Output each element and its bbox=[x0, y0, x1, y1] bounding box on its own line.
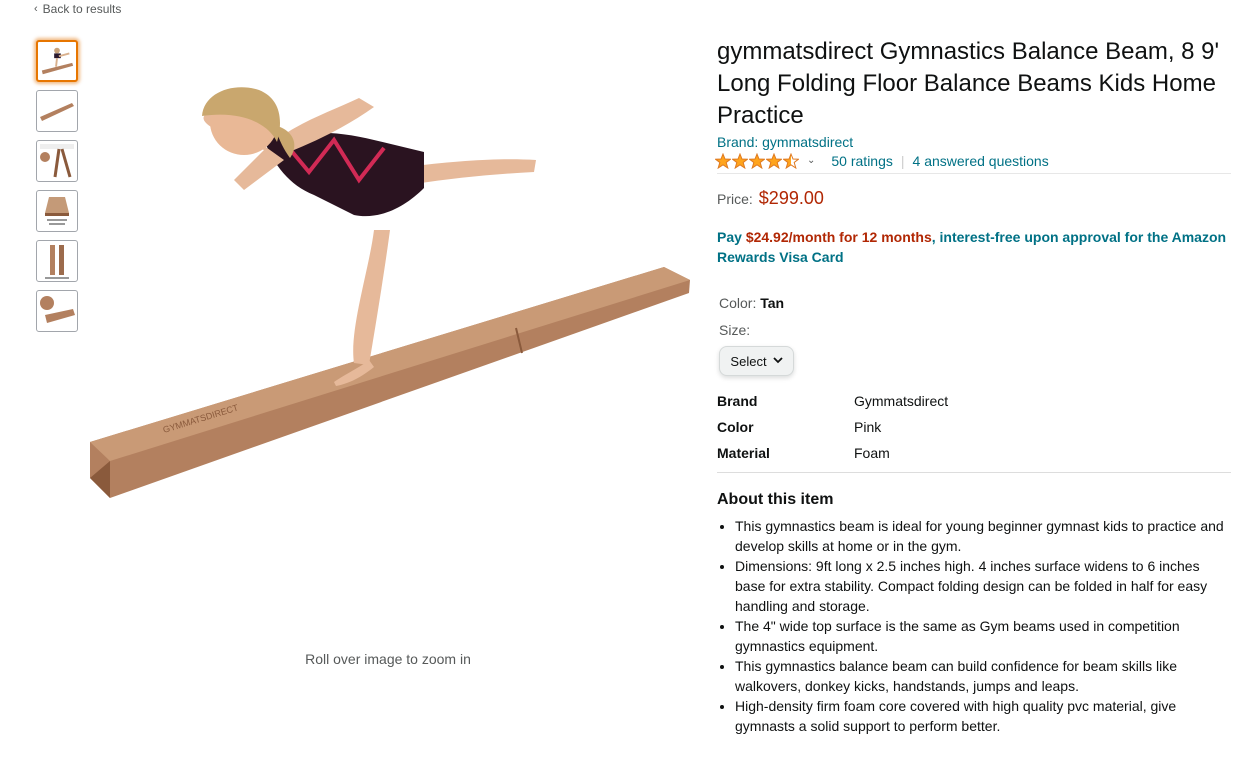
star-rating[interactable] bbox=[715, 152, 799, 169]
size-label: Size: bbox=[719, 322, 751, 338]
attribute-key: Color bbox=[717, 419, 754, 435]
attribute-row: Material Foam bbox=[717, 440, 1231, 466]
thumbnail-beam-folded-diagram[interactable] bbox=[36, 140, 78, 182]
brand-link[interactable]: Brand: gymmatsdirect bbox=[717, 134, 1231, 150]
attribute-row: Brand Gymmatsdirect bbox=[717, 388, 1231, 414]
financing-offer[interactable]: Pay $24.92/month for 12 months, interest… bbox=[717, 227, 1231, 267]
price-value: $299.00 bbox=[758, 188, 824, 208]
finance-prefix: Pay bbox=[717, 229, 746, 245]
main-product-image[interactable]: GYMMATSDIRECT bbox=[84, 80, 696, 600]
attribute-value: Gymmatsdirect bbox=[854, 393, 949, 409]
size-select-dropdown[interactable]: Select bbox=[719, 346, 794, 376]
price-row: Price: $299.00 bbox=[717, 188, 1231, 209]
separator: | bbox=[900, 152, 905, 169]
feature-bullet: This gymnastics beam is ideal for young … bbox=[735, 516, 1231, 556]
answered-questions-link[interactable]: 4 answered questions bbox=[913, 153, 1049, 169]
star-icon bbox=[732, 152, 748, 169]
finance-amount: $24.92/month for 12 months bbox=[745, 229, 932, 245]
chevron-left-icon: ‹ bbox=[34, 3, 38, 15]
color-label: Color: bbox=[719, 295, 761, 311]
star-icon bbox=[783, 152, 799, 169]
thumbnail-beam-side-view[interactable] bbox=[36, 90, 78, 132]
star-icon bbox=[766, 152, 782, 169]
attribute-key: Material bbox=[717, 445, 770, 461]
star-icon bbox=[715, 152, 731, 169]
product-info: gymmatsdirect Gymnastics Balance Beam, 8… bbox=[715, 36, 1231, 736]
color-value: Tan bbox=[760, 295, 785, 311]
thumbnail-gymnast-on-beam[interactable] bbox=[36, 40, 78, 82]
back-to-results-link[interactable]: ‹ Back to results bbox=[34, 2, 121, 16]
thumbnail-beam-end-view[interactable] bbox=[36, 290, 78, 332]
attribute-row: Color Pink bbox=[717, 414, 1231, 440]
price-label: Price: bbox=[717, 191, 753, 207]
feature-bullet: This gymnastics balance beam can build c… bbox=[735, 656, 1231, 696]
ratings-count-link[interactable]: 50 ratings bbox=[831, 153, 892, 169]
feature-bullet: The 4" wide top surface is the same as G… bbox=[735, 616, 1231, 656]
about-this-item-heading: About this item bbox=[717, 491, 834, 508]
color-selection: Color: Tan bbox=[719, 295, 1231, 311]
product-title: gymmatsdirect Gymnastics Balance Beam, 8… bbox=[717, 38, 1220, 129]
size-select-label: Select bbox=[730, 353, 767, 369]
thumbnail-strip bbox=[36, 40, 78, 340]
back-to-results-label: Back to results bbox=[42, 2, 122, 16]
chevron-down-icon[interactable]: ⌄ bbox=[807, 155, 815, 166]
product-attributes: Brand Gymmatsdirect Color Pink Material … bbox=[717, 388, 1231, 473]
feature-bullet: Dimensions: 9ft long x 2.5 inches high. … bbox=[735, 556, 1231, 616]
feature-bullets: This gymnastics beam is ideal for young … bbox=[717, 516, 1231, 736]
thumbnail-beam-dimensions-diagram[interactable] bbox=[36, 190, 78, 232]
feature-bullet: High-density firm foam core covered with… bbox=[735, 696, 1231, 736]
attribute-value: Pink bbox=[854, 419, 882, 435]
attribute-key: Brand bbox=[717, 393, 758, 409]
chevron-down-icon bbox=[772, 356, 783, 367]
rating-row: ⌄ 50 ratings | 4 answered questions bbox=[715, 152, 1231, 174]
zoom-hint: Roll over image to zoom in bbox=[305, 651, 471, 667]
star-icon bbox=[749, 152, 765, 169]
attribute-value: Foam bbox=[854, 445, 890, 461]
thumbnail-beam-length-diagram[interactable] bbox=[36, 240, 78, 282]
